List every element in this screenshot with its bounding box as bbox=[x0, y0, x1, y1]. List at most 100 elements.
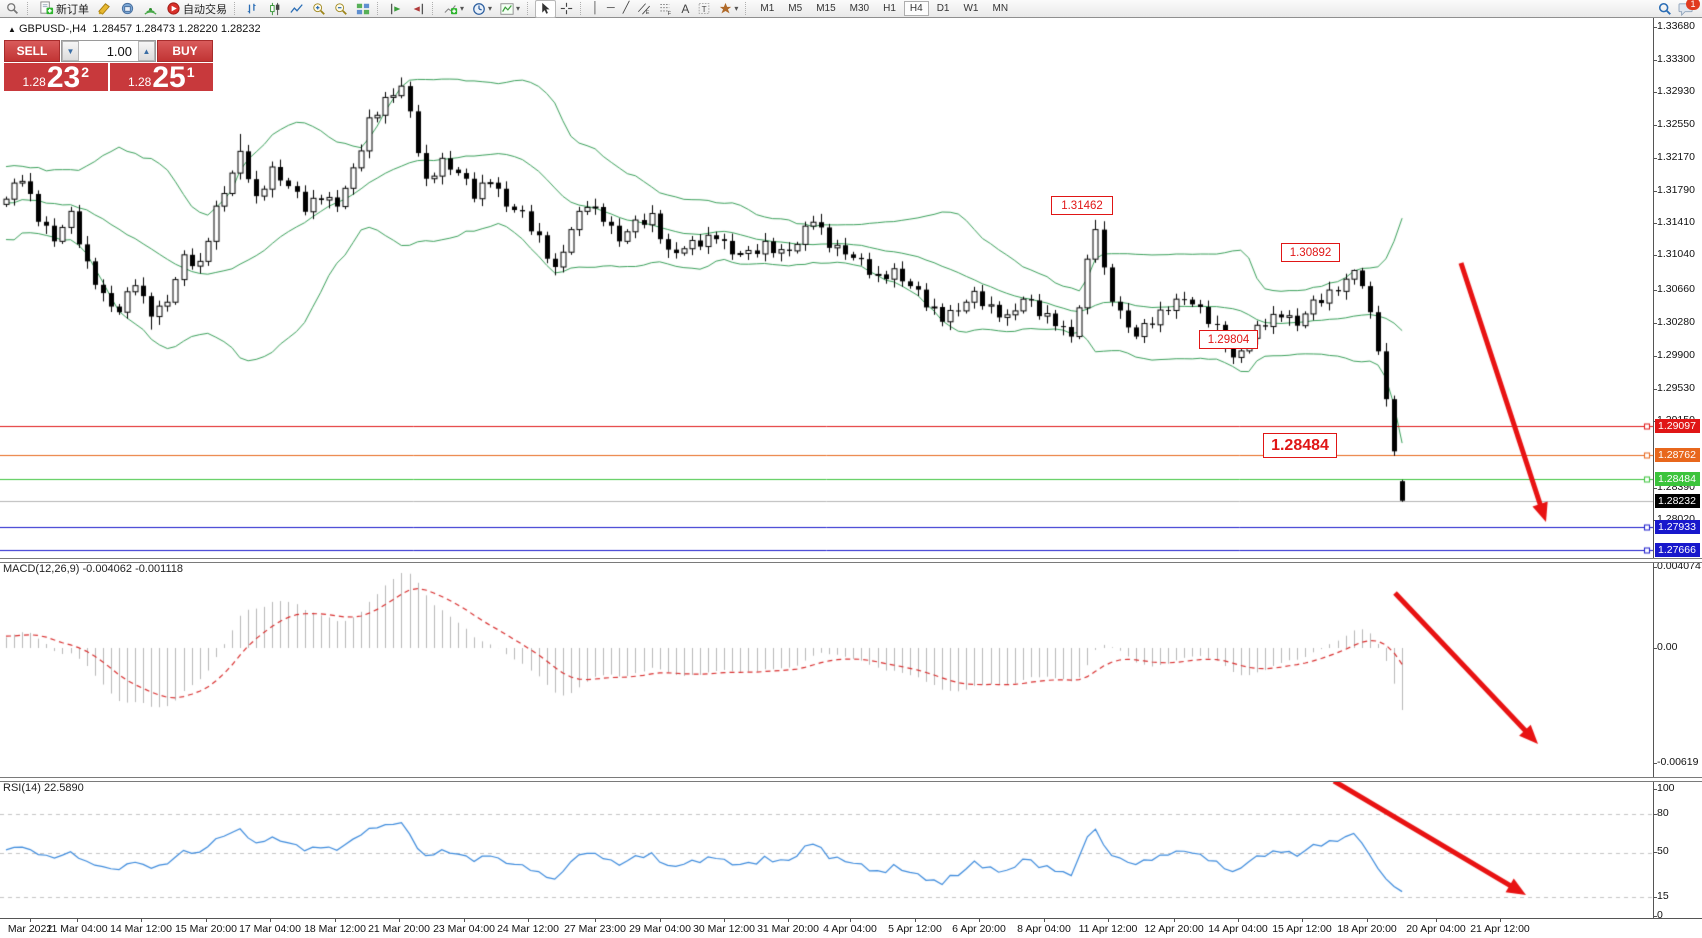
cursor-button[interactable] bbox=[535, 0, 556, 18]
price-level-badge: 1.27933 bbox=[1655, 520, 1700, 534]
time-axis-tick bbox=[1238, 918, 1239, 922]
toolbar-grip bbox=[432, 2, 437, 15]
line-chart-button[interactable] bbox=[286, 0, 308, 18]
auto-scroll-icon bbox=[389, 2, 403, 16]
arrow-objects-icon bbox=[719, 2, 732, 15]
zoom-out-button[interactable] bbox=[330, 0, 352, 18]
autotrade-button[interactable]: 自动交易 bbox=[162, 0, 231, 18]
axis-tick bbox=[1653, 356, 1657, 357]
rsi-axis-label: 100 bbox=[1657, 782, 1675, 794]
price-chart-canvas[interactable] bbox=[0, 18, 1653, 558]
price-axis-line[interactable] bbox=[1653, 18, 1654, 918]
rsi-pane-splitter[interactable] bbox=[0, 777, 1702, 782]
toolbar-grip bbox=[234, 2, 239, 15]
time-axis-tick bbox=[660, 918, 661, 922]
price-axis-label: 1.33680 bbox=[1657, 20, 1695, 32]
candlestick-chart-button[interactable] bbox=[264, 0, 286, 18]
sell-price-display[interactable]: 1.28 23 2 bbox=[4, 63, 108, 91]
crosshair-button[interactable] bbox=[556, 0, 577, 18]
price-annotation-label[interactable]: 1.31462 bbox=[1051, 196, 1113, 215]
axis-tick bbox=[1653, 488, 1657, 489]
timeframe-button-w1[interactable]: W1 bbox=[957, 1, 984, 16]
price-level-badge: 1.27666 bbox=[1655, 543, 1700, 557]
time-axis-tick bbox=[1174, 918, 1175, 922]
equidistant-channel-button[interactable]: E bbox=[633, 0, 655, 18]
auto-scroll-button[interactable] bbox=[385, 0, 407, 18]
fibonacci-button[interactable]: F bbox=[655, 0, 677, 18]
ohlc-low: 1.28220 bbox=[178, 23, 218, 35]
volume-decrease-button[interactable]: ▼ bbox=[62, 41, 79, 61]
rsi-axis-label: 80 bbox=[1657, 807, 1669, 819]
channel-icon: E bbox=[637, 2, 651, 15]
text-button[interactable]: A bbox=[677, 0, 693, 18]
indicators-button[interactable]: ▾ bbox=[440, 0, 468, 18]
chart-shift-button[interactable] bbox=[407, 0, 429, 18]
ohlc-high: 1.28473 bbox=[135, 23, 175, 35]
tile-windows-button[interactable] bbox=[352, 0, 374, 18]
notifications-button[interactable]: 1 bbox=[1678, 2, 1694, 16]
text-label-button[interactable]: T bbox=[693, 0, 715, 18]
time-axis-tick bbox=[528, 918, 529, 922]
volume-increase-button[interactable]: ▲ bbox=[138, 41, 155, 61]
market-button[interactable] bbox=[116, 0, 139, 18]
trendline-button[interactable]: ╱ bbox=[619, 0, 634, 18]
macd-pane-splitter[interactable] bbox=[0, 558, 1702, 563]
bar-chart-button[interactable] bbox=[242, 0, 264, 18]
time-axis-line[interactable] bbox=[0, 918, 1702, 919]
macd-pane-canvas[interactable] bbox=[0, 561, 1653, 777]
trendline-icon: ╱ bbox=[623, 3, 630, 14]
zoom-in-button[interactable] bbox=[308, 0, 330, 18]
rsi-axis-label: 50 bbox=[1657, 845, 1669, 857]
timeframe-button-m5[interactable]: M5 bbox=[782, 1, 808, 16]
signals-button[interactable] bbox=[139, 0, 162, 18]
timeframe-button-h4[interactable]: H4 bbox=[904, 1, 929, 16]
one-click-trading-panel: SELL ▼ 1.00 ▲ BUY 1.28 23 2 1.28 25 1 bbox=[4, 40, 213, 91]
timeframe-button-d1[interactable]: D1 bbox=[931, 1, 956, 16]
magic-wand-button[interactable] bbox=[2, 0, 24, 18]
template-icon bbox=[500, 2, 514, 16]
search-icon[interactable] bbox=[1658, 2, 1672, 16]
collapse-triangle-icon[interactable]: ▲ bbox=[8, 25, 16, 34]
chevron-down-icon: ▾ bbox=[734, 5, 738, 13]
timeframe-button-m30[interactable]: M30 bbox=[844, 1, 875, 16]
timeframe-button-m1[interactable]: M1 bbox=[754, 1, 780, 16]
vertical-line-button[interactable]: │ bbox=[588, 0, 603, 18]
crosshair-icon bbox=[560, 2, 573, 15]
chevron-down-icon: ▾ bbox=[488, 5, 492, 13]
sell-button[interactable]: SELL bbox=[4, 40, 60, 62]
time-axis-tick bbox=[1302, 918, 1303, 922]
volume-value[interactable]: 1.00 bbox=[79, 44, 138, 59]
chart-symbol-line: ▲ GBPUSD-,H4 1.28457 1.28473 1.28220 1.2… bbox=[8, 23, 261, 35]
buy-price-display[interactable]: 1.28 25 1 bbox=[110, 63, 214, 91]
price-level-badge: 1.28762 bbox=[1655, 448, 1700, 462]
rsi-indicator-label: RSI(14) 22.5890 bbox=[3, 782, 84, 794]
time-axis-tick bbox=[915, 918, 916, 922]
price-annotation-label[interactable]: 1.28484 bbox=[1263, 433, 1337, 458]
templates-button[interactable]: ▾ bbox=[496, 0, 524, 18]
toolbar-grip bbox=[527, 2, 532, 15]
timeframe-button-h1[interactable]: H1 bbox=[877, 1, 902, 16]
horizontal-line-button[interactable]: ─ bbox=[603, 0, 619, 18]
new-order-button[interactable]: 新订单 bbox=[35, 0, 93, 18]
axis-tick bbox=[1653, 763, 1657, 764]
metaeditor-button[interactable] bbox=[93, 0, 116, 18]
price-axis-label: 1.31040 bbox=[1657, 248, 1695, 260]
axis-tick bbox=[1653, 852, 1657, 853]
timeframe-button-mn[interactable]: MN bbox=[986, 1, 1014, 16]
volume-field[interactable]: ▼ 1.00 ▲ bbox=[61, 40, 156, 62]
arrows-button[interactable]: ▾ bbox=[715, 0, 742, 18]
ohlc-open: 1.28457 bbox=[92, 23, 132, 35]
price-annotation-label[interactable]: 1.30892 bbox=[1281, 243, 1340, 262]
time-axis-tick bbox=[1108, 918, 1109, 922]
timeframe-button-m15[interactable]: M15 bbox=[810, 1, 841, 16]
timeframe-group: M1M5M15M30H1H4D1W1MN bbox=[753, 1, 1015, 16]
sell-price-prefix: 1.28 bbox=[22, 75, 45, 89]
time-axis-tick bbox=[979, 918, 980, 922]
periods-button[interactable]: ▾ bbox=[468, 0, 496, 18]
rsi-axis-label: 15 bbox=[1657, 890, 1669, 902]
axis-tick bbox=[1653, 567, 1657, 568]
buy-button[interactable]: BUY bbox=[157, 40, 213, 62]
macd-signal-value: -0.001118 bbox=[135, 563, 183, 575]
price-annotation-label[interactable]: 1.29804 bbox=[1199, 330, 1258, 349]
rsi-pane-canvas[interactable] bbox=[0, 780, 1653, 918]
